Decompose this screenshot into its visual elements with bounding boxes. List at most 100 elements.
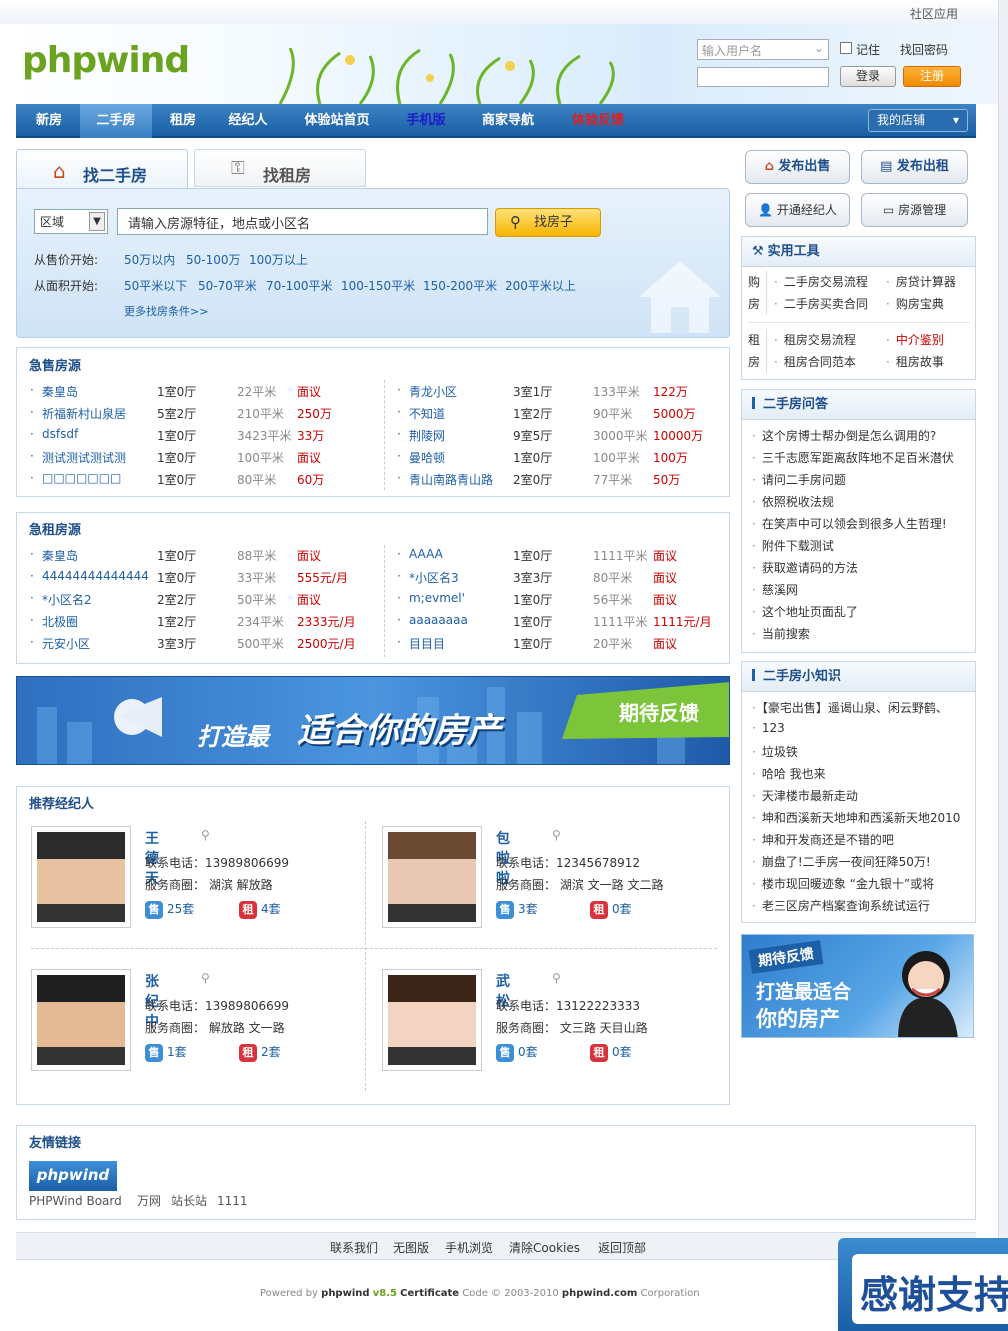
tool-link[interactable]: · 购房宝典 xyxy=(886,295,944,312)
listing-name[interactable]: 目目目 xyxy=(409,635,445,652)
thanks-float-panel[interactable]: 感谢支持 xyxy=(838,1238,1008,1331)
listing-name[interactable]: 曼哈顿 xyxy=(409,449,445,466)
area-option[interactable]: 50-70平米 xyxy=(198,277,257,294)
promo-banner[interactable]: 打造最 适合你的房产 期待反馈 xyxy=(16,676,730,765)
tool-link[interactable]: · 租房合同范本 xyxy=(774,353,856,370)
username-input[interactable]: 输入用户名 ⌄ xyxy=(697,39,829,60)
search-button[interactable]: ⚲ 找房子 xyxy=(495,208,601,237)
nav-mobile[interactable]: 手机版 xyxy=(396,104,456,138)
listing-name[interactable]: 青山南路青山路 xyxy=(409,471,493,488)
side-list-item[interactable]: · 老三区房产档案查询系统试运行 xyxy=(752,897,930,914)
footer-link[interactable]: 返回顶部 xyxy=(598,1239,646,1256)
friend-link[interactable]: 站长站 xyxy=(171,1192,207,1209)
search-input[interactable]: 请输入房源特征，地点或小区名 xyxy=(117,208,488,235)
find-password-link[interactable]: 找回密码 xyxy=(900,41,948,58)
side-list-item[interactable]: · 慈溪网 xyxy=(752,581,798,598)
listing-name[interactable]: 44444444444444 xyxy=(42,569,149,583)
publish-sale-button[interactable]: ⌂ 发布出售 xyxy=(745,150,850,184)
tool-link[interactable]: · 二手房买卖合同 xyxy=(774,295,868,312)
side-list-item[interactable]: · 附件下载测试 xyxy=(752,537,834,554)
listing-name[interactable]: □□□□□□□ xyxy=(42,471,121,485)
listing-name[interactable]: 元安小区 xyxy=(42,635,90,652)
listing-name[interactable]: 青龙小区 xyxy=(409,383,457,400)
listing-name[interactable]: 北极圈 xyxy=(42,613,78,630)
agent-sale-count[interactable]: 售 3套 xyxy=(496,900,538,919)
price-option[interactable]: 100万以上 xyxy=(249,251,308,268)
agent-rent-count[interactable]: 租 0套 xyxy=(590,1043,632,1062)
tab-buy[interactable]: ⌂ 找二手房 xyxy=(16,149,188,189)
listing-name[interactable]: aaaaaaaa xyxy=(409,613,468,627)
side-list-item[interactable]: · 【豪宅出售】遥谒山泉、闲云野鹤、 xyxy=(752,699,948,716)
nav-agent[interactable]: 经纪人 xyxy=(216,104,280,138)
area-option[interactable]: 50平米以下 xyxy=(124,277,187,294)
community-app-link[interactable]: 社区应用 xyxy=(910,5,958,22)
footer-link[interactable]: 无图版 xyxy=(393,1239,429,1256)
footer-link[interactable]: 清除Cookies xyxy=(509,1239,580,1256)
open-agent-button[interactable]: 👤 开通经纪人 xyxy=(745,193,850,227)
tool-link[interactable]: · 租房交易流程 xyxy=(774,331,856,348)
footer-brand[interactable]: phpwind xyxy=(321,1288,369,1299)
register-button[interactable]: 注册 xyxy=(903,66,961,87)
listing-name[interactable]: *小区名3 xyxy=(409,569,459,586)
side-list-item[interactable]: · 坤和西溪新天地坤和西溪新天地2010 xyxy=(752,809,960,826)
nav-feedback[interactable]: 体验反馈 xyxy=(560,104,636,138)
side-list-item[interactable]: · 获取邀请码的方法 xyxy=(752,559,858,576)
price-option[interactable]: 50万以内 xyxy=(124,251,175,268)
listing-name[interactable]: AAAA xyxy=(409,547,443,561)
phpwind-logo-link[interactable]: phpwind xyxy=(29,1161,117,1191)
area-option[interactable]: 150-200平米 xyxy=(423,277,497,294)
side-list-item[interactable]: · 垃圾铁 xyxy=(752,743,798,760)
area-option[interactable]: 200平米以上 xyxy=(505,277,576,294)
tool-link[interactable]: · 房贷计算器 xyxy=(886,273,956,290)
agent-avatar[interactable] xyxy=(382,969,482,1071)
side-list-item[interactable]: · 坤和开发商还是不错的吧 xyxy=(752,831,894,848)
friend-link[interactable]: 1111 xyxy=(217,1194,248,1208)
side-list-item[interactable]: · 天津楼市最新走动 xyxy=(752,787,858,804)
scrollbar[interactable] xyxy=(998,0,1008,1331)
listing-name[interactable]: 荆陵网 xyxy=(409,427,445,444)
agent-rent-count[interactable]: 租 4套 xyxy=(239,900,281,919)
footer-link[interactable]: 联系我们 xyxy=(330,1239,378,1256)
side-list-item[interactable]: · 依照税收法规 xyxy=(752,493,834,510)
area-option[interactable]: 70-100平米 xyxy=(266,277,333,294)
side-list-item[interactable]: · 在笑声中可以领会到很多人生哲理! xyxy=(752,515,947,532)
listing-name[interactable]: 秦皇岛 xyxy=(42,383,78,400)
my-shop-dropdown[interactable]: 我的店铺 ▾ xyxy=(868,109,968,132)
agent-rent-count[interactable]: 租 2套 xyxy=(239,1043,281,1062)
login-button[interactable]: 登录 xyxy=(840,66,896,87)
agent-rent-count[interactable]: 租 0套 xyxy=(590,900,632,919)
remember-checkbox[interactable] xyxy=(840,42,852,54)
agent-avatar[interactable] xyxy=(31,826,131,928)
tab-rent[interactable]: ⚿ 找租房 xyxy=(194,149,366,187)
nav-demo-home[interactable]: 体验站首页 xyxy=(292,104,382,138)
agent-avatar[interactable] xyxy=(382,826,482,928)
side-list-item[interactable]: · 崩盘了!二手房一夜间狂降50万! xyxy=(752,853,931,870)
friend-link[interactable]: 万网 xyxy=(137,1192,161,1209)
side-list-item[interactable]: · 123 xyxy=(752,721,785,735)
tool-link[interactable]: · 中介鉴别 xyxy=(886,331,944,348)
nav-new-house[interactable]: 新房 xyxy=(24,104,74,138)
agent-sale-count[interactable]: 售 0套 xyxy=(496,1043,538,1062)
password-input[interactable] xyxy=(697,67,829,87)
footer-link[interactable]: 手机浏览 xyxy=(445,1239,493,1256)
side-list-item[interactable]: · 当前搜索 xyxy=(752,625,810,642)
publish-rent-button[interactable]: ▤ 发布出租 xyxy=(861,150,968,184)
listing-name[interactable]: 秦皇岛 xyxy=(42,547,78,564)
tool-link[interactable]: · 二手房交易流程 xyxy=(774,273,868,290)
nav-rent[interactable]: 租房 xyxy=(158,104,208,138)
side-list-item[interactable]: · 楼市现回暖迹象 “金九银十”或将 xyxy=(752,875,934,892)
side-list-item[interactable]: · 请问二手房问题 xyxy=(752,471,846,488)
listing-name[interactable]: 不知道 xyxy=(409,405,445,422)
side-list-item[interactable]: · 三千志愿军距离敌阵地不足百米潜伏 xyxy=(752,449,954,466)
logo[interactable]: phpwind xyxy=(22,40,190,81)
listing-name[interactable]: 测试测试测试测 xyxy=(42,449,126,466)
agent-sale-count[interactable]: 售 25套 xyxy=(145,900,194,919)
nav-second-hand[interactable]: 二手房 xyxy=(80,104,152,138)
price-option[interactable]: 50-100万 xyxy=(186,251,241,268)
more-conditions-link[interactable]: 更多找房条件>> xyxy=(124,303,208,319)
listing-name[interactable]: *小区名2 xyxy=(42,591,92,608)
side-list-item[interactable]: · 哈哈 我也来 xyxy=(752,765,826,782)
tool-link[interactable]: · 租房故事 xyxy=(886,353,944,370)
side-list-item[interactable]: · 这个房博士帮办倒是怎么调用的? xyxy=(752,427,936,444)
manage-listings-button[interactable]: ▭ 房源管理 xyxy=(861,193,968,227)
